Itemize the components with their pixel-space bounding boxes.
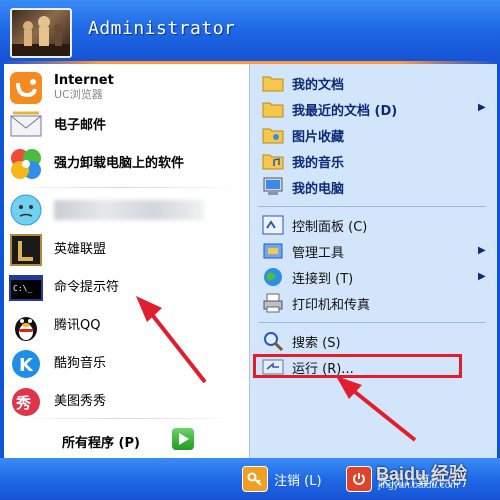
program-internet[interactable]: Internet UC浏览器 xyxy=(8,70,114,106)
lol-icon xyxy=(8,232,44,268)
globe-icon xyxy=(262,266,284,288)
printer-icon xyxy=(262,292,284,314)
program-kugou-label: 酷狗音乐 xyxy=(54,356,107,371)
place-my-documents-label: 我的文档 xyxy=(292,77,345,93)
program-meitu-label: 美图秀秀 xyxy=(54,394,107,409)
all-programs-label: 所有程序 (P) xyxy=(62,436,140,451)
program-cmd-label: 命令提示符 xyxy=(54,280,120,295)
program-internet-subtitle: UC浏览器 xyxy=(54,88,103,101)
search-icon xyxy=(262,330,284,352)
key-icon xyxy=(242,466,268,492)
svg-text:K: K xyxy=(19,355,34,376)
program-kugou[interactable]: K 酷狗音乐 xyxy=(8,346,106,382)
program-qq[interactable]: 腾讯QQ xyxy=(8,308,100,344)
place-my-computer[interactable]: 我的电脑 xyxy=(262,176,344,198)
program-uninstall-label: 强力卸载电脑上的软件 xyxy=(54,156,185,171)
folder-icon xyxy=(262,98,284,120)
program-internet-title: Internet xyxy=(54,73,114,88)
blurred-label xyxy=(54,200,204,220)
place-admin-tools-label: 管理工具 xyxy=(292,245,345,261)
submenu-arrow-icon: ▶ xyxy=(478,245,486,256)
submenu-arrow-icon: ▶ xyxy=(478,102,486,113)
place-connect-to[interactable]: 连接到 (T) xyxy=(262,266,353,288)
place-my-computer-label: 我的电脑 xyxy=(292,181,345,197)
baidu-watermark-url: jingyan.baidu.com xyxy=(378,480,459,491)
program-lol-label: 英雄联盟 xyxy=(54,242,107,257)
all-programs-button[interactable]: 所有程序 (P) xyxy=(4,418,249,458)
meitu-icon: 秀 xyxy=(8,384,44,420)
control-panel-icon xyxy=(262,214,284,236)
cmd-icon: C:\_ xyxy=(8,270,44,306)
right-separator xyxy=(258,206,486,207)
program-email-label: 电子邮件 xyxy=(54,118,107,133)
place-music-label: 我的音乐 xyxy=(292,155,345,171)
submenu-arrow-icon: ▶ xyxy=(478,271,486,282)
folder-icon xyxy=(262,124,284,146)
place-pictures-label: 图片收藏 xyxy=(292,129,345,145)
penguin-icon xyxy=(8,308,44,344)
mail-icon xyxy=(8,108,44,144)
place-control-panel[interactable]: 控制面板 (C) xyxy=(262,214,367,236)
all-programs-separator xyxy=(8,418,238,419)
program-blurred[interactable] xyxy=(8,192,204,228)
program-email[interactable]: 电子邮件 xyxy=(8,108,106,144)
start-menu-header: Administrator xyxy=(0,0,500,62)
chess-icon xyxy=(12,16,70,56)
folder-icon xyxy=(262,150,284,172)
logoff-button[interactable]: 注销 (L) xyxy=(242,466,322,492)
place-printers-label: 打印机和传真 xyxy=(292,297,371,313)
computer-icon xyxy=(262,176,284,198)
folder-icon xyxy=(262,72,284,94)
start-menu: Administrator Internet UC浏览器 电子邮件 强力卸载电脑… xyxy=(0,0,500,500)
run-highlight-box xyxy=(253,354,462,378)
uc-browser-icon xyxy=(8,70,44,106)
svg-text:C:\_: C:\_ xyxy=(13,284,32,293)
place-my-documents[interactable]: 我的文档 xyxy=(262,72,344,94)
place-search[interactable]: 搜索 (S) xyxy=(262,330,341,352)
pinwheel-icon xyxy=(8,146,44,182)
place-connect-to-label: 连接到 (T) xyxy=(292,271,354,287)
left-separator xyxy=(8,187,238,188)
program-uninstall[interactable]: 强力卸载电脑上的软件 xyxy=(8,146,184,182)
place-recent-documents[interactable]: 我最近的文档 (D) xyxy=(262,98,397,120)
place-music[interactable]: 我的音乐 xyxy=(262,150,344,172)
place-admin-tools[interactable]: 管理工具 xyxy=(262,240,344,262)
kugou-icon: K xyxy=(8,346,44,382)
user-avatar[interactable] xyxy=(10,8,72,58)
smiley-icon xyxy=(8,192,44,228)
user-name: Administrator xyxy=(88,18,236,39)
right-separator xyxy=(258,322,486,323)
green-arrow-icon xyxy=(172,428,194,450)
program-meitu[interactable]: 秀 美图秀秀 xyxy=(8,384,106,420)
svg-text:秀: 秀 xyxy=(15,394,32,412)
place-pictures[interactable]: 图片收藏 xyxy=(262,124,344,146)
screenshot-frame: Administrator Internet UC浏览器 电子邮件 强力卸载电脑… xyxy=(0,0,500,500)
admin-tools-icon xyxy=(262,240,284,262)
program-qq-label: 腾讯QQ xyxy=(54,318,101,333)
place-printers[interactable]: 打印机和传真 xyxy=(262,292,370,314)
place-control-panel-label: 控制面板 (C) xyxy=(292,219,368,235)
program-lol[interactable]: 英雄联盟 xyxy=(8,232,106,268)
place-recent-documents-label: 我最近的文档 (D) xyxy=(292,103,398,119)
power-icon xyxy=(346,466,372,492)
place-search-label: 搜索 (S) xyxy=(292,335,341,351)
logoff-label: 注销 (L) xyxy=(274,473,322,489)
program-cmd[interactable]: C:\_ 命令提示符 xyxy=(8,270,119,306)
